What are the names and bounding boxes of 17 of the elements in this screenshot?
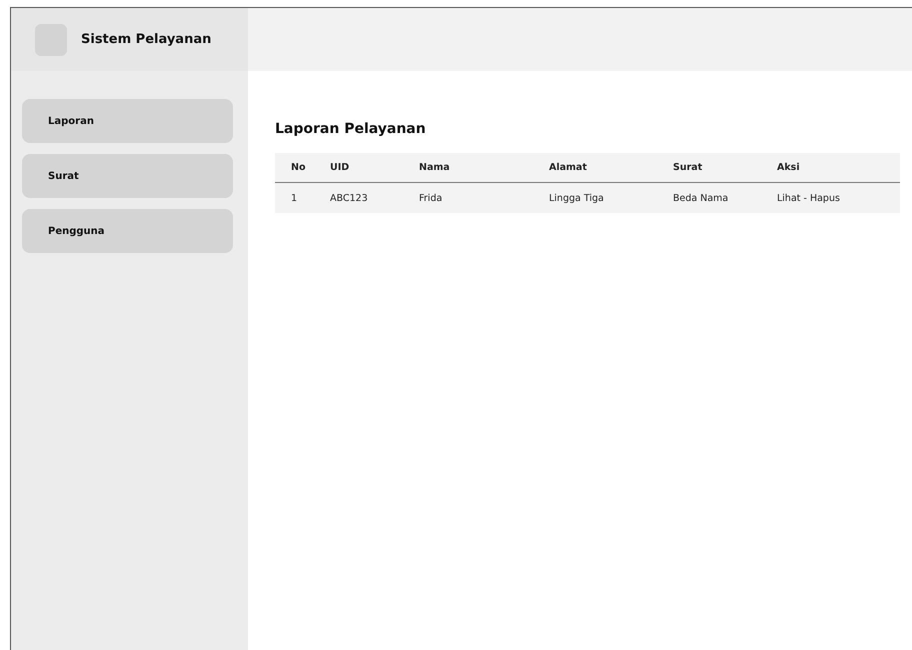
column-header: Nama (419, 162, 451, 173)
column-header: Surat (673, 162, 704, 173)
table-cell-text: Beda Nama (673, 192, 730, 204)
table-cell-text: ABC123 (330, 192, 369, 204)
column-header: Alamat (549, 162, 588, 173)
nav-item[interactable]: Laporan (22, 99, 233, 143)
column-header: Aksi (777, 162, 801, 173)
column-header: UID (330, 162, 350, 173)
column-header: No (290, 162, 306, 173)
table-cell-text: Lihat - Hapus (777, 192, 841, 204)
table-cell-text: 1 (290, 192, 298, 204)
nav-item[interactable]: Surat (22, 154, 233, 198)
table-cell-text: Lingga Tiga (549, 192, 605, 204)
nav-item[interactable]: Pengguna (22, 209, 233, 253)
page-title: Laporan Pelayanan (275, 121, 427, 137)
app-title: Sistem Pelayanan (81, 32, 212, 47)
table-cell-text: Frida (419, 192, 444, 204)
